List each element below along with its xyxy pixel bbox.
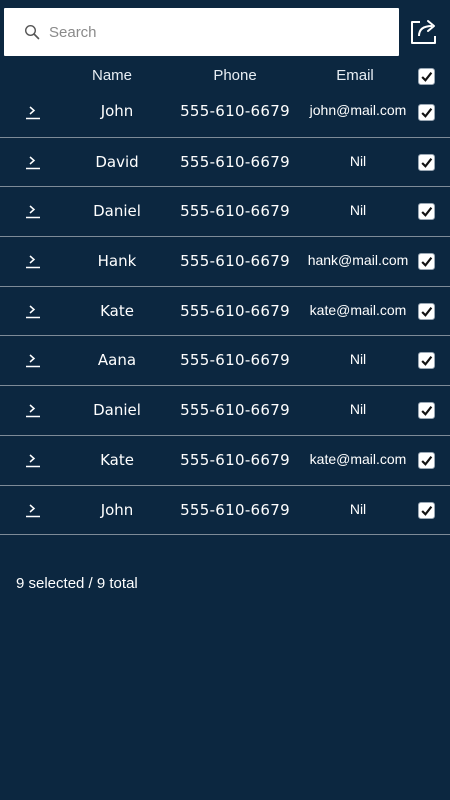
expand-icon[interactable] (25, 300, 41, 320)
select-all-checkbox[interactable] (418, 68, 435, 85)
row-name: John (100, 500, 134, 519)
row-email: Nil (349, 202, 367, 219)
checkmark-icon (421, 108, 433, 118)
row-email: Nil (349, 351, 367, 368)
row-name: Hank (97, 252, 137, 271)
row-checkbox[interactable] (418, 302, 435, 320)
share-icon (411, 20, 436, 44)
expand-icon[interactable] (25, 449, 41, 469)
contact-list: John 555-610-6679 john@mail.com David 55… (0, 88, 450, 536)
row-checkbox[interactable] (418, 153, 435, 171)
row-name: David (95, 152, 139, 171)
row-checkbox[interactable] (418, 203, 435, 221)
row-email: kate@mail.com (309, 301, 407, 318)
checkmark-icon (421, 356, 433, 367)
table-row[interactable]: Daniel 555-610-6679 Nil (0, 187, 450, 238)
row-phone: 555-610-6679 (180, 102, 290, 120)
row-checkbox[interactable] (418, 451, 435, 469)
row-phone: 555-610-6679 (180, 152, 290, 171)
row-email: Nil (349, 401, 367, 418)
row-email: kate@mail.com (309, 450, 407, 467)
row-phone: 555-610-6679 (180, 450, 290, 469)
checkmark-icon (421, 207, 433, 218)
checkmark-icon (421, 406, 433, 417)
expand-icon[interactable] (25, 151, 41, 171)
column-header-email[interactable]: Email (305, 67, 405, 84)
row-name: John (100, 102, 134, 120)
search-icon (21, 21, 43, 43)
row-name: Daniel (93, 401, 141, 420)
table-row[interactable]: Daniel 555-610-6679 Nil (0, 386, 450, 436)
expand-icon[interactable] (25, 101, 41, 121)
row-phone: 555-610-6679 (180, 401, 290, 420)
checkmark-icon (421, 72, 433, 82)
table-row[interactable]: David 555-610-6679 Nil (0, 138, 450, 188)
selection-status: 9 selected / 9 total (16, 575, 138, 592)
top-bar (0, 0, 450, 62)
row-name: Daniel (93, 202, 141, 221)
expand-icon[interactable] (25, 200, 41, 220)
row-email: john@mail.com (309, 102, 407, 118)
expand-icon[interactable] (25, 499, 41, 519)
expand-icon[interactable] (25, 250, 41, 270)
search-bar[interactable] (4, 8, 399, 56)
column-header-name[interactable]: Name (72, 67, 152, 84)
row-phone: 555-610-6679 (180, 202, 290, 221)
checkmark-icon (421, 157, 433, 168)
row-phone: 555-610-6679 (180, 301, 290, 320)
row-checkbox[interactable] (418, 501, 435, 519)
row-name: Kate (100, 301, 134, 320)
table-row[interactable]: Hank 555-610-6679 hank@mail.com (0, 237, 450, 287)
table-row[interactable]: Kate 555-610-6679 kate@mail.com (0, 436, 450, 486)
column-header-phone[interactable]: Phone (185, 67, 285, 84)
checkmark-icon (421, 455, 433, 466)
table-row[interactable]: Kate 555-610-6679 kate@mail.com (0, 287, 450, 337)
checkmark-icon (421, 505, 433, 516)
table-row[interactable]: Aana 555-610-6679 Nil (0, 336, 450, 387)
row-checkbox[interactable] (418, 402, 435, 420)
share-button[interactable] (406, 14, 442, 48)
row-name: Aana (97, 351, 137, 370)
table-row[interactable]: John 555-610-6679 Nil (0, 486, 450, 536)
row-checkbox[interactable] (418, 104, 435, 121)
row-checkbox[interactable] (418, 253, 435, 271)
row-phone: 555-610-6679 (180, 500, 290, 519)
expand-icon[interactable] (25, 399, 41, 419)
row-email: hank@mail.com (307, 252, 409, 269)
row-checkbox[interactable] (418, 352, 435, 370)
checkmark-icon (421, 306, 433, 317)
row-phone: 555-610-6679 (180, 351, 290, 370)
table-row[interactable]: John 555-610-6679 john@mail.com (0, 88, 450, 138)
row-name: Kate (100, 450, 134, 469)
expand-icon[interactable] (25, 349, 41, 369)
search-input[interactable] (49, 17, 369, 47)
row-email: Nil (349, 152, 367, 169)
row-email: Nil (349, 500, 367, 517)
checkmark-icon (421, 257, 433, 267)
row-phone: 555-610-6679 (180, 252, 290, 271)
table-header: Name Phone Email (0, 62, 450, 90)
